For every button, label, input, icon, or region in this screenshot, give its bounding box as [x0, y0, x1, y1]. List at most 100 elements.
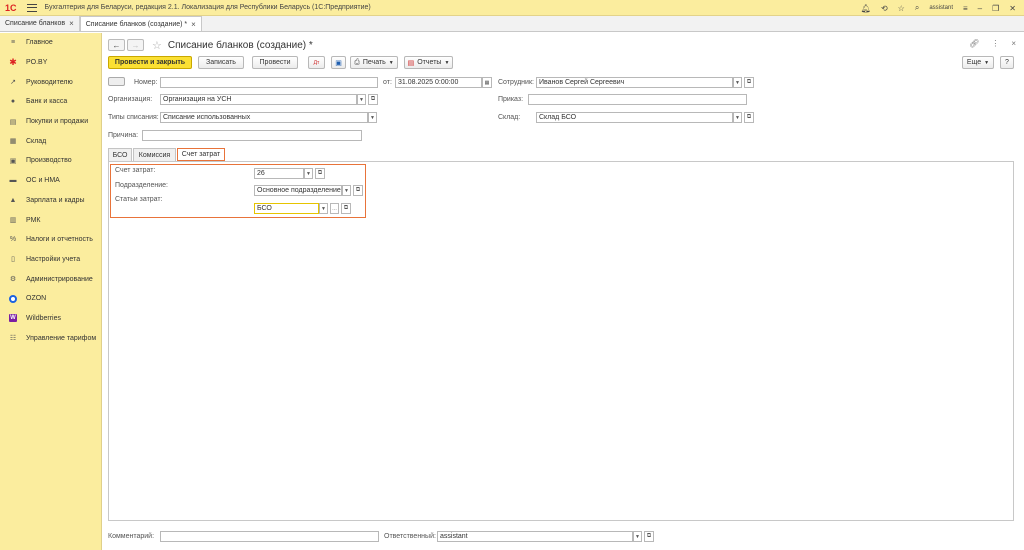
sidebar-item-main[interactable]: ≡ Главное	[0, 33, 101, 53]
writeoff-type-dropdown-button[interactable]: ▼	[368, 112, 377, 123]
save-button[interactable]: Записать	[198, 56, 244, 69]
bell-icon[interactable]: 🔔︎	[861, 4, 871, 13]
more-vertical-icon[interactable]: ⋮	[991, 39, 999, 48]
cost-account-dropdown-button[interactable]: ▼	[304, 168, 313, 179]
close-form-icon[interactable]: ×	[1011, 39, 1016, 48]
responsible-open-button[interactable]: ⧉	[644, 531, 654, 542]
cost-account-open-button[interactable]: ⧉	[315, 168, 325, 179]
main-menu-icon[interactable]	[26, 3, 37, 12]
sidebar-item-administration[interactable]: ⚙ Администрирование	[0, 269, 101, 289]
register-icon: ▥	[9, 217, 17, 225]
organization-dropdown-button[interactable]: ▼	[357, 94, 366, 105]
post-and-close-button[interactable]: Провести и закрыть	[108, 56, 192, 69]
tab-blank-writeoff-list[interactable]: Списание бланков ×	[0, 16, 80, 31]
close-tab-icon[interactable]: ×	[191, 20, 196, 29]
app-logo[interactable]: 1С	[5, 3, 17, 13]
help-button[interactable]: ?	[1000, 56, 1014, 69]
cost-item-dropdown-button[interactable]: ▼	[319, 203, 328, 214]
minimize-icon[interactable]: –	[978, 4, 982, 13]
reports-button[interactable]: ▤ Отчеты ▼	[404, 56, 453, 69]
cost-account-field[interactable]: 26	[254, 168, 304, 179]
sidebar-item-production[interactable]: ▣ Производство	[0, 151, 101, 171]
printer-icon: ⎙	[354, 58, 360, 66]
employee-dropdown-button[interactable]: ▼	[733, 77, 742, 88]
cost-item-open-button[interactable]: ⧉	[341, 203, 351, 214]
responsible-label: Ответственный:	[384, 533, 436, 540]
sidebar-item-wildberries[interactable]: W Wildberries	[0, 309, 101, 329]
user-name[interactable]: assistant	[929, 5, 953, 11]
division-dropdown-button[interactable]: ▼	[342, 185, 351, 196]
sidebar-item-label: Администрирование	[26, 275, 93, 283]
sidebar-item-bank[interactable]: ● Банк и касса	[0, 92, 101, 112]
cart-icon: ▤	[9, 118, 17, 126]
sidebar-item-salary[interactable]: ▲ Зарплата и кадры	[0, 191, 101, 211]
calendar-button[interactable]: ▦	[482, 77, 492, 88]
cost-item-field[interactable]: БСО	[254, 203, 319, 214]
sidebar-item-purchases-sales[interactable]: ▤ Покупки и продажи	[0, 112, 101, 132]
reports-label: Отчеты	[417, 59, 442, 66]
warehouse-open-button[interactable]: ⧉	[744, 112, 754, 123]
more-button[interactable]: Еще ▼	[962, 56, 994, 69]
sidebar-item-poby[interactable]: ✱ PO.BY	[0, 53, 101, 73]
tab-cost-account[interactable]: Счет затрат	[177, 148, 225, 161]
organization-open-button[interactable]: ⧉	[368, 94, 378, 105]
writeoff-type-field[interactable]: Списание использованных	[160, 112, 368, 123]
page-title: Списание бланков (создание) *	[167, 39, 313, 51]
dt-kt-button[interactable]: Дт	[308, 56, 325, 69]
sidebar-item-label: Wildberries	[26, 314, 62, 322]
division-open-button[interactable]: ⧉	[353, 185, 363, 196]
employee-field[interactable]: Иванов Сергей Сергеевич	[536, 77, 733, 88]
forward-button[interactable]: →	[127, 39, 144, 51]
tab-bso[interactable]: БСО	[108, 148, 132, 161]
favorite-star-icon[interactable]: ☆	[152, 39, 162, 52]
responsible-dropdown-button[interactable]: ▼	[633, 531, 642, 542]
sidebar-item-rmk[interactable]: ▥ РМК	[0, 210, 101, 230]
division-field[interactable]: Основное подразделение	[254, 185, 342, 196]
tab-label: Списание бланков	[5, 20, 66, 27]
structure-button[interactable]: ▣	[331, 56, 346, 69]
number-toggle[interactable]	[108, 77, 125, 86]
back-button[interactable]: ←	[108, 39, 125, 51]
close-window-icon[interactable]: ✕	[1009, 4, 1016, 13]
coin-icon: ●	[10, 98, 16, 106]
history-icon[interactable]: ⟲	[881, 4, 888, 13]
post-button[interactable]: Провести	[252, 56, 298, 69]
sidebar-item-ozon[interactable]: OZON	[0, 289, 101, 309]
cost-item-select-button[interactable]: …	[330, 203, 339, 214]
sidebar-item-label: Банк и касса	[26, 98, 68, 106]
document-icon: ▯	[11, 256, 15, 264]
number-field[interactable]	[160, 77, 378, 88]
date-field[interactable]: 31.08.2025 0:00:00	[395, 77, 482, 88]
order-field[interactable]	[528, 94, 747, 105]
open-link-icon: ⧉	[343, 205, 349, 211]
employee-open-button[interactable]: ⧉	[744, 77, 754, 88]
sidebar-item-manager[interactable]: ↗ Руководителю	[0, 72, 101, 92]
organization-field[interactable]: Организация на УСН	[160, 94, 357, 105]
warehouse-dropdown-button[interactable]: ▼	[733, 112, 742, 123]
restore-icon[interactable]: ❐	[992, 4, 999, 13]
settings-lines-icon[interactable]: ≡	[963, 4, 968, 13]
comment-field[interactable]	[160, 531, 379, 542]
division-label: Подразделение:	[115, 182, 168, 189]
search-icon[interactable]: ⌕	[915, 3, 919, 13]
reason-field[interactable]	[142, 130, 362, 141]
factory-icon: ▣	[9, 157, 17, 165]
tab-blank-writeoff-create[interactable]: Списание бланков (создание) * ×	[79, 16, 202, 31]
sidebar-item-taxes[interactable]: % Налоги и отчетность	[0, 230, 101, 250]
warehouse-field[interactable]: Склад БСО	[536, 112, 733, 123]
star-icon[interactable]: ☆	[898, 4, 905, 13]
tab-commission[interactable]: Комиссия	[133, 148, 176, 161]
link-icon[interactable]: 🔗︎	[969, 39, 979, 48]
sidebar-item-accounting-settings[interactable]: ▯ Настройки учета	[0, 250, 101, 270]
sidebar-item-fixed-assets[interactable]: ▬ ОС и НМА	[0, 171, 101, 191]
sidebar-item-tariff[interactable]: ☷ Управление тарифом	[0, 328, 101, 348]
sidebar-item-label: Настройки учета	[26, 255, 81, 263]
sidebar: ≡ Главное ✱ PO.BY ↗ Руководителю ● Банк и ка…	[0, 33, 102, 550]
sidebar-item-warehouse[interactable]: ▦ Склад	[0, 131, 101, 151]
debit-credit-icon: Дт	[313, 59, 320, 66]
close-tab-icon[interactable]: ×	[69, 19, 74, 28]
print-button[interactable]: ⎙ Печать ▼	[350, 56, 398, 69]
responsible-field[interactable]: assistant	[437, 531, 633, 542]
truck-icon: ▬	[9, 177, 17, 185]
chevron-down-icon: ▼	[370, 114, 375, 121]
